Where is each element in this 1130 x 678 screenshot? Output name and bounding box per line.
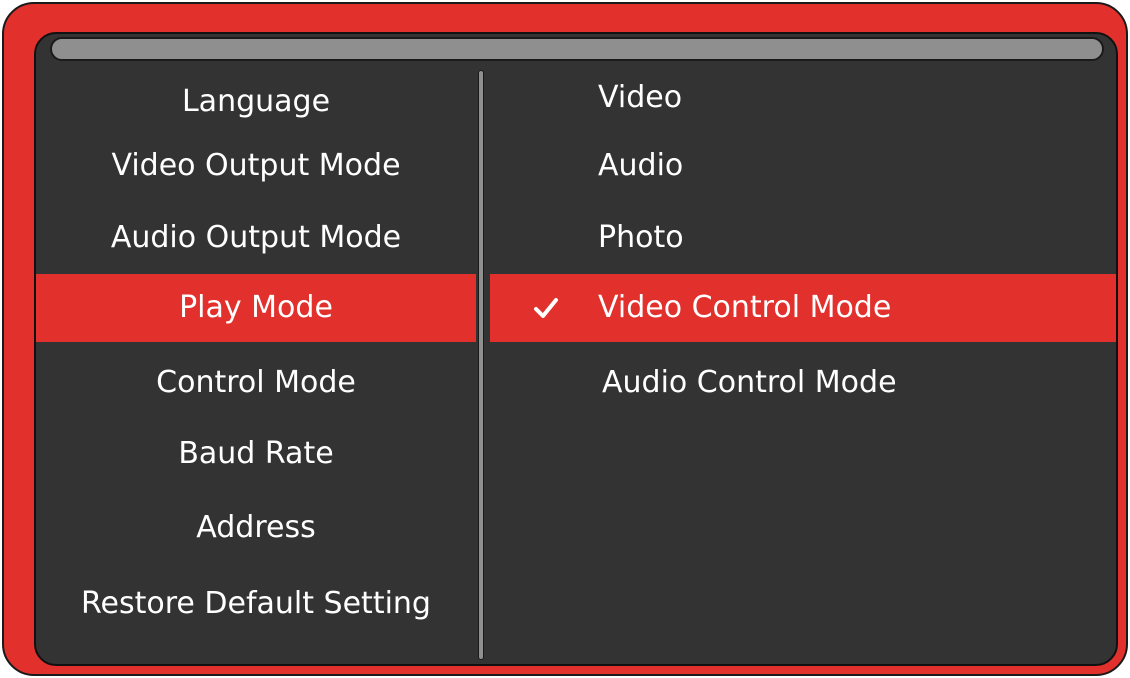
menu-item-control-mode[interactable]: Control Mode: [36, 365, 476, 401]
menu-item-restore-default-setting[interactable]: Restore Default Setting: [36, 586, 476, 622]
menu-item-address[interactable]: Address: [36, 510, 476, 546]
title-bar: [50, 37, 1104, 61]
checkmark-icon: [534, 298, 558, 318]
option-audio[interactable]: Audio: [598, 148, 683, 184]
menu-item-audio-output-mode[interactable]: Audio Output Mode: [36, 220, 476, 256]
menu-item-language[interactable]: Language: [36, 84, 476, 120]
menu-screen: Language Video Output Mode Audio Output …: [34, 32, 1118, 666]
option-video[interactable]: Video: [598, 80, 682, 116]
menu-item-video-output-mode[interactable]: Video Output Mode: [36, 148, 476, 184]
column-divider: [478, 70, 484, 660]
device-frame: Language Video Output Mode Audio Output …: [2, 2, 1128, 676]
menu-item-play-mode[interactable]: Play Mode: [36, 290, 476, 326]
menu-item-baud-rate[interactable]: Baud Rate: [36, 436, 476, 472]
option-photo[interactable]: Photo: [598, 220, 684, 256]
option-audio-control-mode[interactable]: Audio Control Mode: [602, 365, 897, 401]
option-video-control-mode[interactable]: Video Control Mode: [598, 290, 891, 326]
